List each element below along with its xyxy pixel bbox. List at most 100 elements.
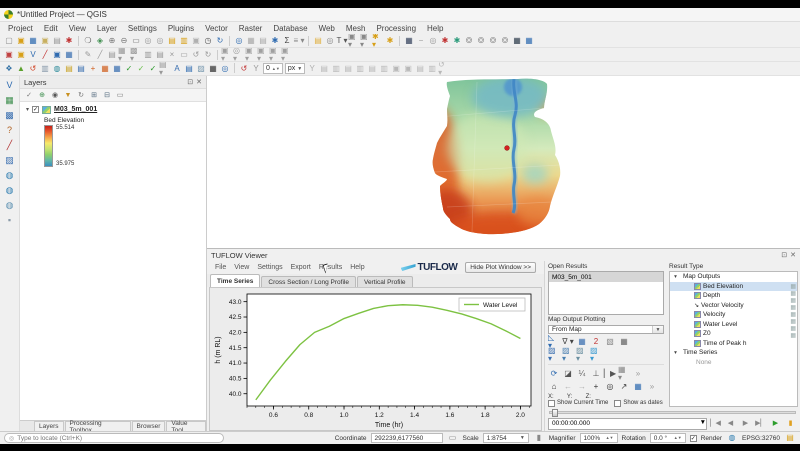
datasource-icon[interactable]: ▨ <box>2 154 17 167</box>
toolbar-icon[interactable]: ▣ ▾ <box>257 49 269 61</box>
datasource-icon[interactable]: ▩ <box>2 109 17 122</box>
toolbar-icon[interactable]: ▤ <box>312 35 324 47</box>
chevron-down-icon[interactable]: ▼ <box>652 326 663 333</box>
toolbar-icon[interactable]: ▣ <box>402 63 414 75</box>
toolbar-icon[interactable]: ✓ <box>147 63 159 75</box>
checkbox[interactable] <box>614 400 621 407</box>
toolbar-icon[interactable]: ▣ ▾ <box>360 35 372 47</box>
toolbar-icon[interactable]: ▥ <box>178 35 190 47</box>
toolbar-icon[interactable]: ▦ <box>523 35 535 47</box>
toolbar-icon[interactable]: ◎ <box>324 35 336 47</box>
spinner-arrows-icon[interactable]: ▲▼ <box>272 67 280 71</box>
menu-item[interactable]: View <box>69 24 86 33</box>
plot-source-combo[interactable]: From Map ▼ <box>548 325 664 334</box>
toolbar-icon[interactable]: ✓ <box>123 63 135 75</box>
plot-nav-icon[interactable]: ◎ <box>604 381 616 393</box>
datasource-icon[interactable]: ▦ <box>2 94 17 107</box>
menu-item[interactable]: Database <box>273 24 307 33</box>
datasource-icon[interactable]: ◍ <box>2 199 17 212</box>
toolbar-icon[interactable]: ✱ ▾ <box>372 35 384 47</box>
toolbar-icon[interactable]: ▤ <box>166 35 178 47</box>
toolbar-icon[interactable]: ≡ ▾ <box>293 35 305 47</box>
label-size-spinner[interactable]: 0▲▼ <box>263 63 283 74</box>
messages-icon[interactable]: ▤ <box>784 432 796 444</box>
layer-row[interactable]: ▾ ✓ M03_5m_001 <box>26 104 206 115</box>
toolbar-icon[interactable]: ▣ <box>190 35 202 47</box>
toolbar-icon[interactable]: ▢ <box>3 35 15 47</box>
datasource-icon[interactable]: ▪ <box>2 214 17 227</box>
toolbar-icon[interactable]: ▦ <box>27 35 39 47</box>
locate-input[interactable] <box>17 435 219 442</box>
menu-item[interactable]: Vector <box>205 24 228 33</box>
layer-name[interactable]: M03_5m_001 <box>54 106 97 113</box>
toolbar-icon[interactable]: ◎ <box>154 35 166 47</box>
tuflow-menu-item[interactable]: Help <box>350 264 364 271</box>
toolbar-icon[interactable]: A <box>171 63 183 75</box>
plot-nav-icon[interactable]: ← <box>562 381 574 393</box>
map-style-icon[interactable]: ▨ ▾ <box>548 349 560 361</box>
extents-icon[interactable]: ▭ <box>447 432 459 444</box>
datasource-icon[interactable]: ◍ <box>2 184 17 197</box>
toolbar-icon[interactable]: ↻ <box>214 35 226 47</box>
layers-tool-icon[interactable]: ✓ <box>24 90 34 100</box>
plot-action-icon[interactable]: ⊥ <box>590 368 602 380</box>
checkbox[interactable] <box>548 400 555 407</box>
toolbar-icon[interactable]: ▣ <box>51 49 63 61</box>
playback-icon[interactable]: ▮ <box>784 418 797 430</box>
toolbar-icon[interactable]: T ▾ <box>336 35 348 47</box>
toolbar-icon[interactable]: ▥ <box>426 63 438 75</box>
toolbar-icon[interactable]: ▤ <box>366 63 378 75</box>
plot-nav-icon[interactable]: ▦ <box>632 381 644 393</box>
toolbar-icon[interactable]: ▨ <box>195 63 207 75</box>
menu-item[interactable]: Edit <box>44 24 58 33</box>
map-canvas[interactable] <box>207 76 800 248</box>
coordinate-field[interactable]: 292239,6177560 <box>371 433 443 443</box>
toolbar-icon[interactable]: ▥ <box>378 63 390 75</box>
close-icon[interactable]: ✕ <box>196 78 202 86</box>
plot-tool-icon[interactable]: ▦ <box>618 336 630 348</box>
toolbar-icon[interactable]: ❂ <box>499 35 511 47</box>
expand-icon[interactable]: ▾ <box>26 106 29 113</box>
toolbar-icon[interactable]: Σ <box>281 35 293 47</box>
toolbar-icon[interactable]: ✱ <box>384 35 396 47</box>
toolbar-icon[interactable]: ▲ <box>15 63 27 75</box>
toolbar-icon[interactable]: ⊕ <box>106 35 118 47</box>
layers-tool-icon[interactable]: ⊕ <box>37 90 47 100</box>
plot-action-icon[interactable]: ▏▶ <box>604 368 616 380</box>
toolbar-icon[interactable]: ▤ <box>63 63 75 75</box>
toolbar-icon[interactable]: ▦ <box>245 35 257 47</box>
toolbar-icon[interactable]: ◈ <box>94 35 106 47</box>
toolbar-icon[interactable] <box>234 63 235 73</box>
toolbar-icon[interactable]: ▦ <box>511 35 523 47</box>
result-type-item[interactable]: Water Level <box>670 320 797 330</box>
toolbar-icon[interactable]: ▣ <box>3 49 15 61</box>
toolbar-icon[interactable]: + <box>87 63 99 75</box>
panel-tab[interactable]: Browser <box>132 421 166 431</box>
toolbar-icon[interactable]: ▥ <box>330 63 342 75</box>
toolbar-icon[interactable]: ◎ <box>233 35 245 47</box>
toolbar-icon[interactable]: ◎ <box>219 63 231 75</box>
panel-tab[interactable]: Layers <box>34 421 64 431</box>
chevron-down-icon[interactable]: ▼ <box>700 419 706 429</box>
plot-tab[interactable]: Vertical Profile <box>357 276 413 287</box>
toolbar-icon[interactable]: ▤ <box>318 63 330 75</box>
globe-crs-icon[interactable]: ◍ <box>726 432 738 444</box>
axis-toggle-icon[interactable]: ▦ <box>790 305 796 311</box>
toolbar-icon[interactable]: ▣ <box>15 49 27 61</box>
toolbar-icon[interactable] <box>399 36 400 46</box>
toolbar-icon[interactable]: ❖ <box>3 63 15 75</box>
toolbar-icon[interactable]: − <box>415 35 427 47</box>
timestep-combo[interactable]: 00:00:00.000 ▼ <box>548 418 707 430</box>
menu-item[interactable]: Settings <box>128 24 157 33</box>
toolbar-icon[interactable]: ❂ <box>475 35 487 47</box>
menu-item[interactable]: Plugins <box>168 24 194 33</box>
toolbar-icon[interactable]: ▤ ▾ <box>159 63 171 75</box>
result-type-item[interactable]: Time of Peak h <box>670 339 797 349</box>
map-style-icon[interactable]: ▨ ▾ <box>562 349 574 361</box>
playback-icon[interactable]: ▶ <box>739 418 752 430</box>
toolbar-icon[interactable]: ▭ <box>178 49 190 61</box>
datasource-icon[interactable]: ? <box>2 124 17 137</box>
locate-box[interactable]: ◎ <box>4 433 224 443</box>
menu-item[interactable]: Help <box>427 24 443 33</box>
plot-nav-icon[interactable]: → <box>576 381 588 393</box>
